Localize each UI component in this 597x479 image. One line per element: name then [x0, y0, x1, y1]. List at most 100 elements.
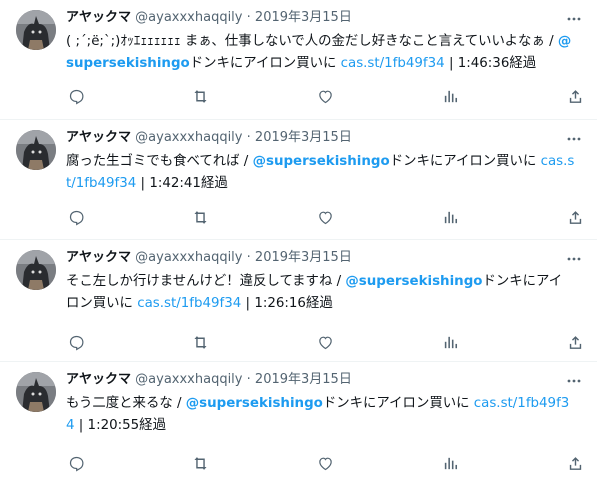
share-icon	[569, 89, 581, 103]
user-handle[interactable]: @ayaxxxhaqqily	[135, 10, 242, 25]
share-icon	[569, 456, 581, 470]
views-button[interactable]	[440, 332, 460, 352]
retweet-icon	[194, 89, 207, 103]
reply-button[interactable]	[66, 332, 86, 352]
user-name[interactable]: アヤックマ	[66, 250, 131, 265]
like-icon	[319, 90, 332, 103]
reply-icon	[69, 89, 83, 104]
tweet-actions	[66, 453, 585, 473]
tweet-header: アヤックマ @ayaxxxhaqqily · 2019年3月15日	[66, 248, 557, 268]
retweet-icon	[194, 210, 207, 224]
tweet-text: そこ左しか行けませんけど！違反してますね / @supersekishingoド…	[66, 271, 575, 315]
tweet-date[interactable]: 2019年3月15日	[255, 10, 352, 25]
tweet[interactable]: アヤックマ @ayaxxxhaqqily · 2019年3月15日 もう二度と来…	[0, 362, 597, 479]
mention-link[interactable]: @supersekishingo	[345, 274, 482, 289]
tweet[interactable]: アヤックマ @ayaxxxhaqqily · 2019年3月15日 そこ左しか行…	[0, 240, 597, 362]
reply-icon	[69, 335, 83, 350]
user-handle[interactable]: @ayaxxxhaqqily	[135, 372, 242, 387]
tweet-text-content: ( ;´;ë;`;)ｵｯｴｪｪｪｪｪｪ まぁ、仕事しないで人の金だし好きなこと言…	[66, 34, 558, 49]
url-link[interactable]: cas.st/1fb49f34	[137, 296, 241, 311]
header-separator: ·	[246, 372, 251, 387]
reply-icon	[69, 456, 83, 471]
tweet-feed: アヤックマ @ayaxxxhaqqily · 2019年3月15日 ( ;´;ë…	[0, 0, 597, 479]
user-handle[interactable]: @ayaxxxhaqqily	[135, 250, 242, 265]
retweet-button[interactable]	[191, 86, 211, 106]
avatar[interactable]	[16, 250, 56, 290]
like-icon	[319, 336, 332, 349]
share-icon	[569, 210, 581, 224]
tweet-text-after-mention: ドンキにアイロン買いに	[389, 154, 541, 169]
retweet-button[interactable]	[191, 453, 211, 473]
tweet-actions	[66, 332, 585, 352]
share-icon	[569, 335, 581, 349]
tweet[interactable]: アヤックマ @ayaxxxhaqqily · 2019年3月15日 ( ;´;ë…	[0, 0, 597, 120]
more-options-button[interactable]	[565, 250, 583, 268]
like-button[interactable]	[316, 332, 336, 352]
tweet-header: アヤックマ @ayaxxxhaqqily · 2019年3月15日	[66, 8, 557, 28]
retweet-icon	[194, 335, 207, 349]
share-button[interactable]	[565, 207, 585, 227]
mention-link[interactable]: @supersekishingo	[253, 154, 390, 169]
header-separator: ·	[246, 10, 251, 25]
tweet[interactable]: アヤックマ @ayaxxxhaqqily · 2019年3月15日 腐った生ゴミ…	[0, 120, 597, 240]
reply-button[interactable]	[66, 207, 86, 227]
like-button[interactable]	[316, 86, 336, 106]
views-button[interactable]	[440, 86, 460, 106]
like-icon	[319, 457, 332, 470]
more-icon	[567, 137, 581, 141]
tweet-text-after-mention: ドンキにアイロン買いに	[322, 396, 474, 411]
retweet-button[interactable]	[191, 207, 211, 227]
like-icon	[319, 211, 332, 224]
header-separator: ·	[246, 250, 251, 265]
more-icon	[567, 379, 581, 383]
reply-icon	[69, 210, 83, 225]
elapsed-meta: | 1:26:16経過	[241, 296, 333, 311]
user-name[interactable]: アヤックマ	[66, 372, 131, 387]
tweet-text: 腐った生ゴミでも食べてれば / @supersekishingoドンキにアイロン…	[66, 151, 575, 195]
tweet-text-content: もう二度と来るな /	[66, 396, 186, 411]
mention-link[interactable]: @supersekishingo	[186, 396, 323, 411]
tweet-date[interactable]: 2019年3月15日	[255, 372, 352, 387]
tweet-text-content: 腐った生ゴミでも食べてれば /	[66, 154, 253, 169]
tweet-text-content: そこ左しか行けませんけど！違反してますね /	[66, 274, 346, 289]
user-name[interactable]: アヤックマ	[66, 130, 131, 145]
avatar[interactable]	[16, 10, 56, 50]
tweet-date[interactable]: 2019年3月15日	[255, 250, 352, 265]
like-button[interactable]	[316, 453, 336, 473]
user-handle[interactable]: @ayaxxxhaqqily	[135, 130, 242, 145]
tweet-text-after-mention: ドンキにアイロン買いに	[189, 56, 341, 71]
more-options-button[interactable]	[565, 130, 583, 148]
elapsed-meta: | 1:46:36経過	[444, 56, 537, 71]
avatar[interactable]	[16, 130, 56, 170]
share-button[interactable]	[565, 453, 585, 473]
views-icon	[444, 90, 457, 102]
more-icon	[567, 17, 581, 21]
more-options-button[interactable]	[565, 10, 583, 28]
like-button[interactable]	[316, 207, 336, 227]
avatar[interactable]	[16, 372, 56, 412]
elapsed-meta: | 1:42:41経過	[136, 176, 228, 191]
tweet-header: アヤックマ @ayaxxxhaqqily · 2019年3月15日	[66, 370, 557, 390]
share-button[interactable]	[565, 86, 585, 106]
tweet-text: ( ;´;ë;`;)ｵｯｴｪｪｪｪｪｪ まぁ、仕事しないで人の金だし好きなこと言…	[66, 31, 575, 75]
tweet-header: アヤックマ @ayaxxxhaqqily · 2019年3月15日	[66, 128, 557, 148]
views-icon	[444, 211, 457, 223]
reply-button[interactable]	[66, 453, 86, 473]
views-icon	[444, 457, 457, 469]
tweet-date[interactable]: 2019年3月15日	[255, 130, 352, 145]
tweet-text: もう二度と来るな / @supersekishingoドンキにアイロン買いに c…	[66, 393, 575, 437]
url-link[interactable]: cas.st/1fb49f34	[341, 56, 445, 71]
views-button[interactable]	[440, 207, 460, 227]
tweet-actions	[66, 207, 585, 227]
user-name[interactable]: アヤックマ	[66, 10, 131, 25]
header-separator: ·	[246, 130, 251, 145]
retweet-icon	[194, 456, 207, 470]
more-options-button[interactable]	[565, 372, 583, 390]
views-button[interactable]	[440, 453, 460, 473]
share-button[interactable]	[565, 332, 585, 352]
elapsed-meta: | 1:20:55経過	[74, 418, 166, 433]
views-icon	[444, 336, 457, 348]
more-icon	[567, 257, 581, 261]
retweet-button[interactable]	[191, 332, 211, 352]
reply-button[interactable]	[66, 86, 86, 106]
